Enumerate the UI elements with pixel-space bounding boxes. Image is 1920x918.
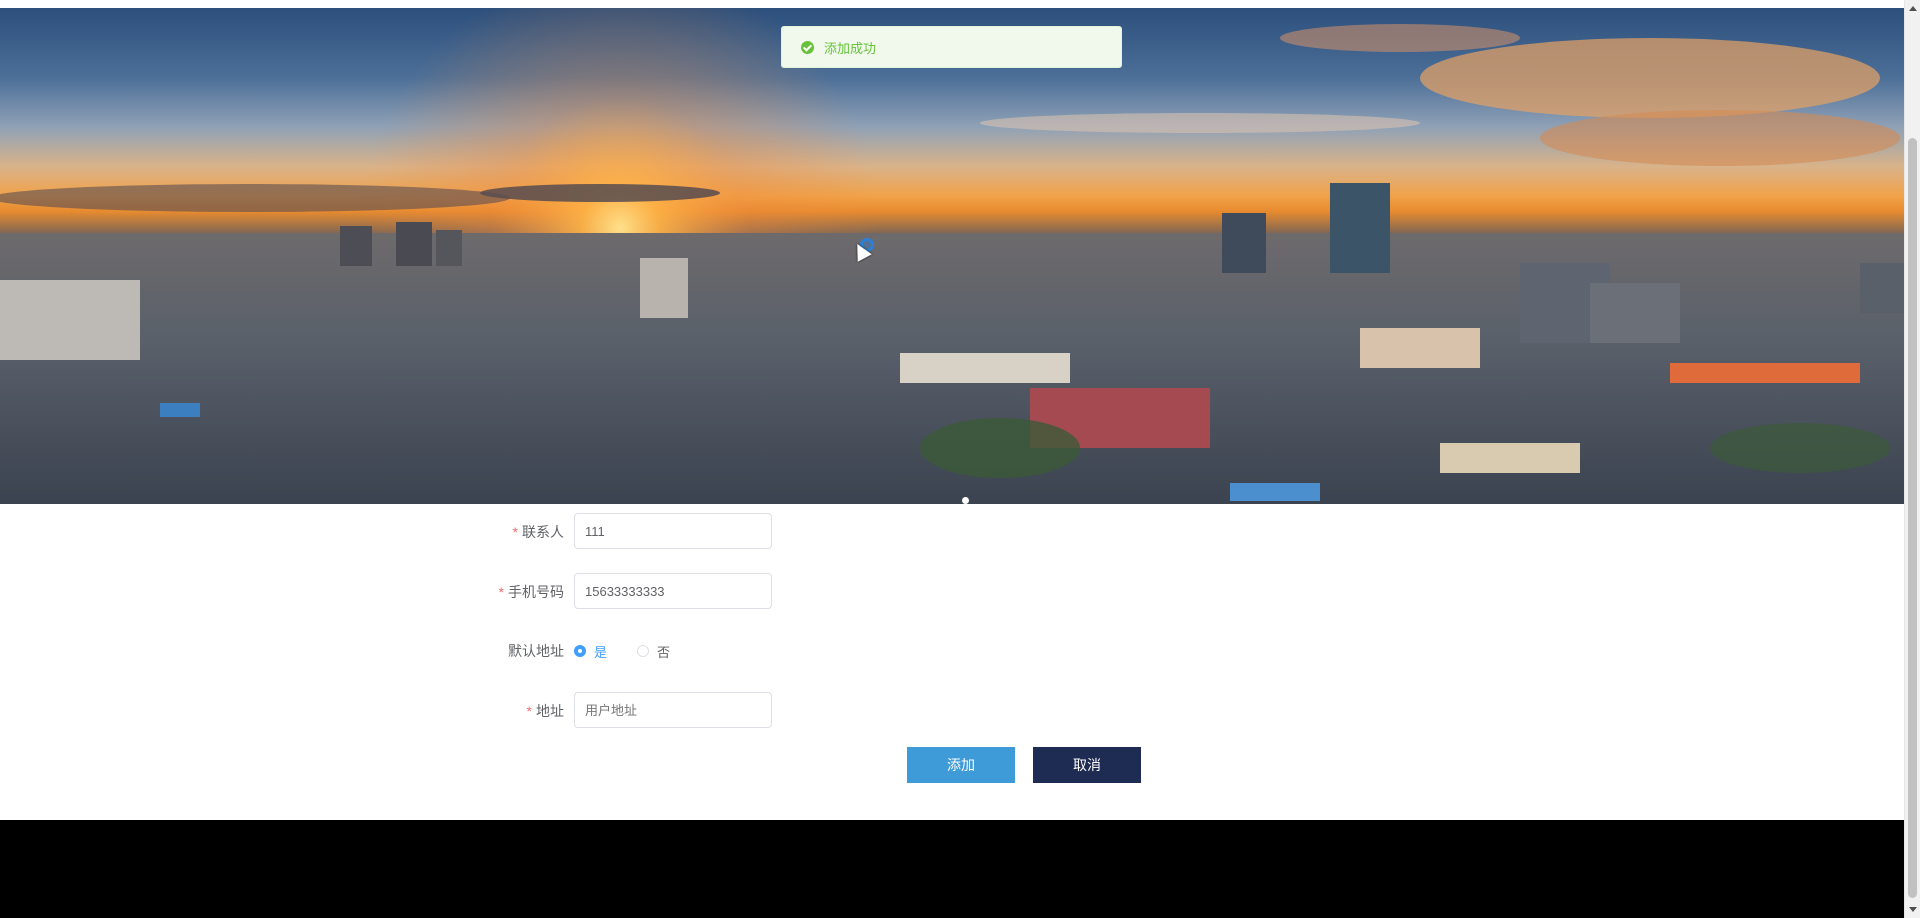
phone-input[interactable] (574, 573, 772, 609)
city-skyline-image (0, 8, 1904, 504)
default-address-label: 默认地址 (508, 643, 564, 659)
add-button[interactable]: 添加 (907, 747, 1015, 783)
success-toast: 添加成功 (781, 26, 1122, 68)
footer (0, 820, 1904, 918)
carousel-indicator-dot[interactable] (962, 497, 969, 504)
form-row-phone: * 手机号码 (0, 573, 800, 611)
required-star: * (498, 584, 504, 600)
radio-no[interactable]: 否 (637, 642, 670, 661)
address-label: * 地址 (526, 703, 564, 719)
banner-carousel[interactable] (0, 8, 1904, 504)
radio-no-label[interactable]: 否 (657, 642, 670, 661)
form-row-address: * 地址 (0, 692, 800, 730)
radio-yes-label[interactable]: 是 (594, 642, 607, 661)
vertical-scrollbar[interactable] (1904, 0, 1920, 918)
scroll-down-arrow-icon[interactable] (1909, 907, 1917, 912)
toast-message: 添加成功 (824, 40, 877, 56)
required-star: * (512, 524, 518, 540)
radio-yes[interactable]: 是 (574, 642, 607, 661)
address-input[interactable] (574, 692, 772, 728)
radio-unchecked-icon[interactable] (637, 645, 650, 657)
form-row-default-address: 默认地址 是 否 (0, 632, 800, 670)
top-strip (0, 0, 1904, 8)
required-star: * (526, 703, 532, 719)
scrollbar-thumb[interactable] (1908, 138, 1917, 898)
default-address-radio-group: 是 否 (574, 632, 700, 670)
radio-checked-icon[interactable] (574, 645, 586, 657)
phone-label: * 手机号码 (498, 584, 564, 600)
form-row-contact: * 联系人 (0, 513, 800, 551)
contact-input[interactable] (574, 513, 772, 549)
check-circle-icon (801, 40, 814, 54)
cancel-button[interactable]: 取消 (1033, 747, 1141, 783)
scroll-up-arrow-icon[interactable] (1909, 6, 1917, 11)
contact-label: * 联系人 (512, 524, 564, 540)
